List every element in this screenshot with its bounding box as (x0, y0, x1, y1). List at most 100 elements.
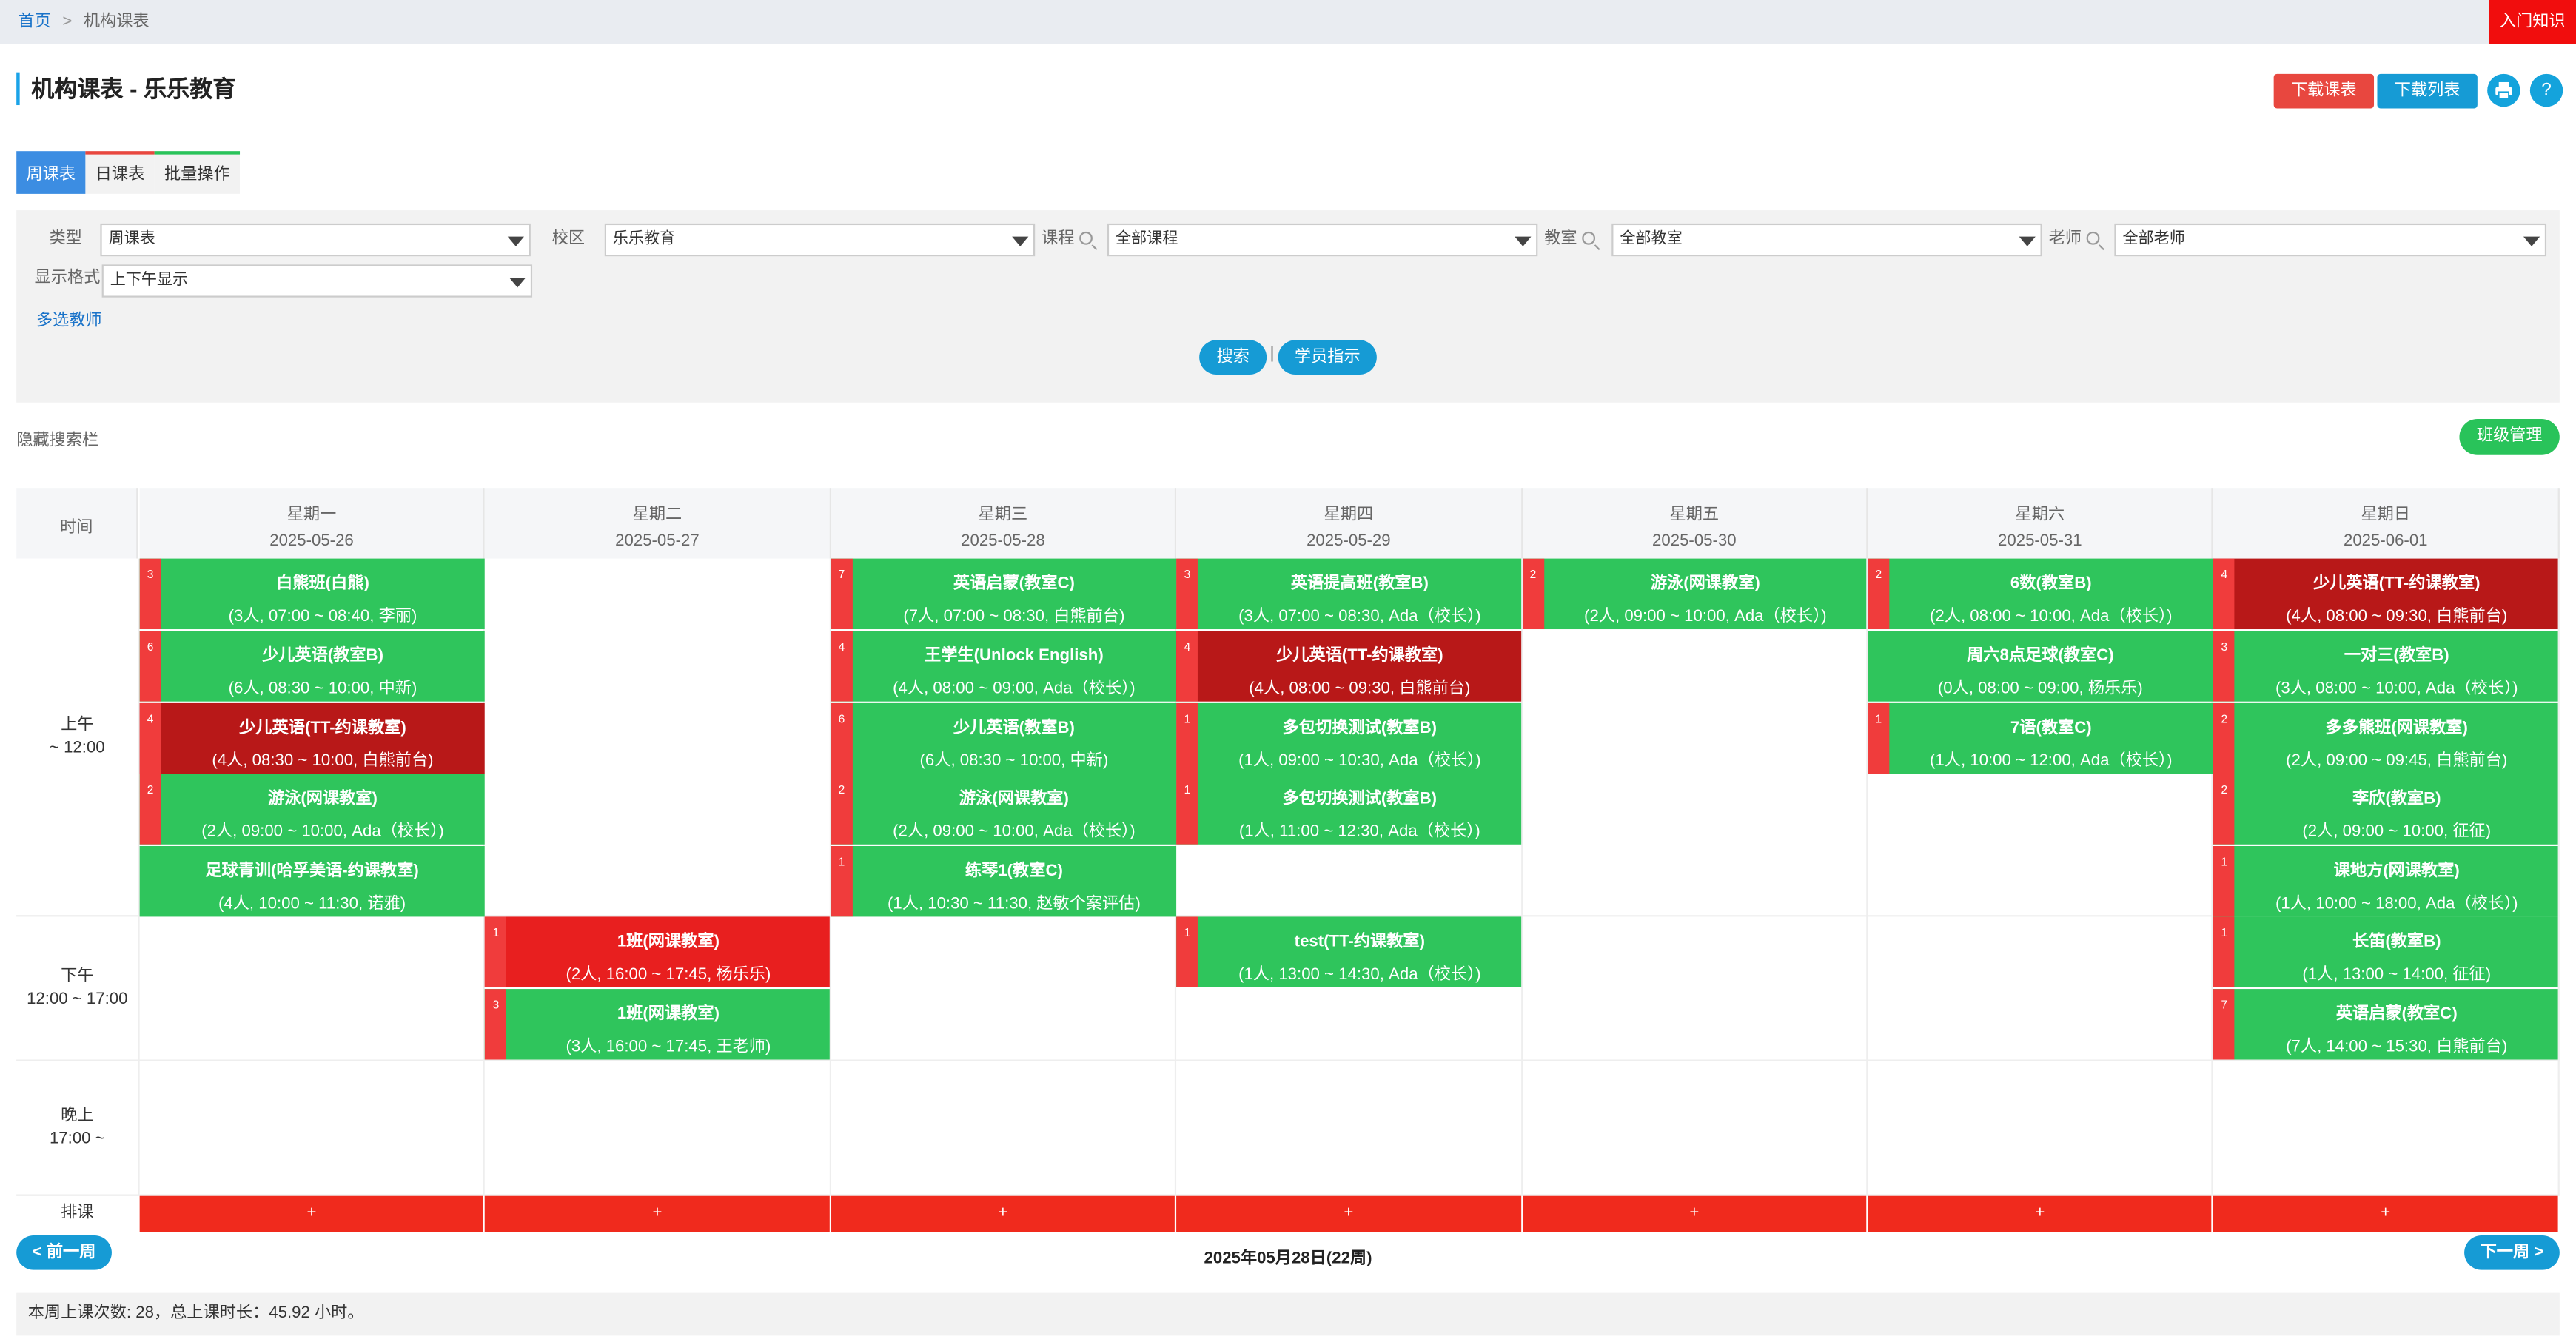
day-name: 星期三 (978, 506, 1028, 524)
teacher-label-text: 老师 (2048, 229, 2082, 249)
event-detail: (1人, 13:00 ~ 14:00, 征征) (2302, 966, 2492, 984)
tab-batch[interactable]: 批量操作 (154, 151, 241, 194)
type-select[interactable]: 周课表 (100, 223, 531, 257)
format-select[interactable]: 上下午显示 (101, 264, 533, 298)
course-event[interactable]: 1 长笛(教室B) (1人, 13:00 ~ 14:00, 征征) (2213, 916, 2559, 987)
add-schedule-button[interactable]: + (139, 1195, 484, 1232)
class-manage-button[interactable]: 班级管理 (2459, 418, 2560, 455)
campus-select-value: 乐乐教育 (612, 229, 676, 249)
breadcrumb-home-link[interactable]: 首页 (18, 13, 50, 31)
search-icon[interactable] (2086, 231, 2100, 245)
tab-weekly[interactable]: 周课表 (16, 151, 86, 194)
day-name: 星期四 (1324, 506, 1374, 524)
event-title: 英语提高班(教室B) (1290, 574, 1429, 594)
add-schedule-button[interactable]: + (1176, 1195, 1521, 1232)
chevron-down-icon (1012, 236, 1029, 246)
course-event[interactable]: 4 少儿英语(TT-约课教室) (4人, 08:00 ~ 09:30, 白熊前台) (2213, 558, 2559, 630)
course-event[interactable]: 1 课地方(网课教室) (1人, 10:00 ~ 18:00, Ada（校长）) (2213, 846, 2559, 917)
time-slot-name: 下午 (61, 967, 94, 985)
teacher-select[interactable]: 全部老师 (2114, 223, 2547, 257)
course-event[interactable]: 2 多多熊班(网课教室) (2人, 09:00 ~ 09:45, 白熊前台) (2213, 702, 2559, 774)
course-event[interactable]: 1 7语(教室C) (1人, 10:00 ~ 12:00, Ada（校长）) (1868, 702, 2213, 774)
course-event[interactable]: 2 李欣(教室B) (2人, 09:00 ~ 10:00, 征征) (2213, 774, 2559, 845)
course-event[interactable]: 7 英语启蒙(教室C) (7人, 07:00 ~ 08:30, 白熊前台) (831, 558, 1176, 630)
course-label-text: 课程 (1042, 229, 1075, 249)
event-title: 1班(网课教室) (617, 1004, 720, 1024)
download-schedule-button[interactable]: 下载课表 (2273, 73, 2375, 109)
event-title: 一对三(教室B) (2344, 646, 2449, 665)
course-event[interactable]: 2 6数(教室B) (2人, 08:00 ~ 10:00, Ada（校长）) (1868, 558, 2213, 630)
slot-divider (16, 1059, 2560, 1061)
add-schedule-button[interactable]: + (1868, 1195, 2213, 1232)
add-schedule-button[interactable]: + (485, 1195, 830, 1232)
add-schedule-label: 排课 (61, 1204, 94, 1223)
tab-daily[interactable]: 日课表 (85, 151, 155, 194)
event-detail: (7人, 14:00 ~ 15:30, 白熊前台) (2286, 1038, 2508, 1056)
course-event[interactable]: 3 一对三(教室B) (3人, 08:00 ~ 10:00, Ada（校长）) (2213, 630, 2559, 702)
course-event[interactable]: 1 1班(网课教室) (2人, 16:00 ~ 17:45, 杨乐乐) (485, 916, 831, 987)
chevron-down-icon (507, 236, 524, 246)
event-student-count: 1 (2213, 916, 2235, 987)
breadcrumb-current: 机构课表 (83, 13, 150, 32)
room-select[interactable]: 全部教室 (1611, 223, 2042, 257)
student-guide-button[interactable]: 学员指示 (1278, 340, 1377, 375)
course-event[interactable]: 1 test(TT-约课教室) (1人, 13:00 ~ 14:30, Ada（校长… (1176, 916, 1522, 987)
course-event[interactable]: 2 游泳(网课教室) (2人, 09:00 ~ 10:00, Ada（校长）) (1522, 558, 1868, 630)
course-event[interactable]: 4 少儿英语(TT-约课教室) (4人, 08:00 ~ 09:30, 白熊前台) (1176, 630, 1522, 702)
add-schedule-button[interactable]: + (2213, 1195, 2558, 1232)
event-title: 多包切换测试(教室B) (1282, 791, 1438, 809)
event-detail: (1人, 10:00 ~ 12:00, Ada（校长）) (1930, 751, 2173, 770)
event-student-count: 2 (2213, 774, 2235, 845)
multi-teacher-link[interactable]: 多选教师 (36, 306, 102, 330)
event-title: 足球青训(哈孚美语-约课教室) (205, 862, 419, 882)
course-select[interactable]: 全部课程 (1107, 223, 1538, 257)
event-student-count: 2 (1522, 558, 1544, 630)
search-icon[interactable] (1582, 231, 1596, 245)
intro-knowledge-button[interactable]: 入门知识 (2489, 0, 2576, 44)
event-student-count: 4 (831, 630, 853, 702)
event-title: 少儿英语(教室B) (261, 646, 383, 665)
event-detail: (2人, 09:00 ~ 10:00, 征征) (2302, 823, 2492, 842)
course-event[interactable]: 周六8点足球(教室C) (0人, 08:00 ~ 09:00, 杨乐乐) (1868, 630, 2213, 702)
course-event[interactable]: 2 游泳(网课教室) (2人, 09:00 ~ 10:00, Ada（校长）) (831, 774, 1176, 845)
course-event[interactable]: 2 游泳(网课教室) (2人, 09:00 ~ 10:00, Ada（校长）) (139, 774, 485, 845)
course-event[interactable]: 3 英语提高班(教室B) (3人, 07:00 ~ 08:30, Ada（校长）) (1176, 558, 1522, 630)
time-slot-name: 晚上 (61, 1106, 94, 1125)
help-button[interactable]: ? (2529, 73, 2563, 107)
course-event[interactable]: 7 英语启蒙(教室C) (7人, 14:00 ~ 15:30, 白熊前台) (2213, 988, 2559, 1060)
course-event[interactable]: 3 1班(网课教室) (3人, 16:00 ~ 17:45, 王老师) (485, 988, 831, 1060)
day-name: 星期一 (286, 506, 337, 524)
printer-icon (2495, 81, 2512, 100)
course-event[interactable]: 1 多包切换测试(教室B) (1人, 09:00 ~ 10:30, Ada（校长）) (1176, 702, 1522, 774)
download-list-button[interactable]: 下载列表 (2377, 73, 2478, 109)
day-header: 星期一 2025-05-26 (139, 488, 486, 559)
add-schedule-button[interactable]: + (1522, 1195, 1867, 1232)
event-title: 游泳(网课教室) (268, 791, 378, 809)
event-title: 多多熊班(网课教室) (2325, 719, 2468, 737)
course-event[interactable]: 3 白熊班(白熊) (3人, 07:00 ~ 08:40, 李丽) (139, 558, 485, 630)
chevron-down-icon (2523, 236, 2540, 246)
search-icon[interactable] (1079, 231, 1093, 245)
day-date: 2025-05-26 (269, 532, 354, 551)
print-button[interactable] (2487, 73, 2520, 107)
event-detail: (4人, 08:00 ~ 09:00, Ada（校长）) (893, 680, 1136, 698)
next-week-button[interactable]: 下一周 > (2464, 1235, 2560, 1270)
event-student-count: 2 (139, 774, 161, 845)
room-label-text: 教室 (1544, 229, 1577, 249)
event-student-count: 1 (1176, 916, 1198, 987)
event-student-count: 3 (139, 558, 161, 630)
add-schedule-button[interactable]: + (831, 1195, 1175, 1232)
course-event[interactable]: 4 王学生(Unlock English) (4人, 08:00 ~ 09:00, … (831, 630, 1176, 702)
event-student-count: 3 (485, 988, 507, 1060)
event-title: 1班(网课教室) (617, 933, 720, 952)
course-event[interactable]: 6 少儿英语(教室B) (6人, 08:30 ~ 10:00, 中新) (831, 702, 1176, 774)
event-detail: (1人, 11:00 ~ 12:30, Ada（校长）) (1238, 823, 1480, 842)
course-event[interactable]: 足球青训(哈孚美语-约课教室) (4人, 10:00 ~ 11:30, 诺雅) (139, 846, 485, 917)
search-button[interactable]: 搜索 (1199, 340, 1267, 375)
course-event[interactable]: 4 少儿英语(TT-约课教室) (4人, 08:30 ~ 10:00, 白熊前台) (139, 702, 485, 774)
course-event[interactable]: 6 少儿英语(教室B) (6人, 08:30 ~ 10:00, 中新) (139, 630, 485, 702)
campus-select[interactable]: 乐乐教育 (604, 223, 1036, 257)
course-event[interactable]: 1 练琴1(教室C) (1人, 10:30 ~ 11:30, 赵敏个案评估) (831, 846, 1176, 917)
course-event[interactable]: 1 多包切换测试(教室B) (1人, 11:00 ~ 12:30, Ada（校长）) (1176, 774, 1522, 845)
hide-search-link[interactable]: 隐藏搜索栏 (16, 426, 98, 450)
